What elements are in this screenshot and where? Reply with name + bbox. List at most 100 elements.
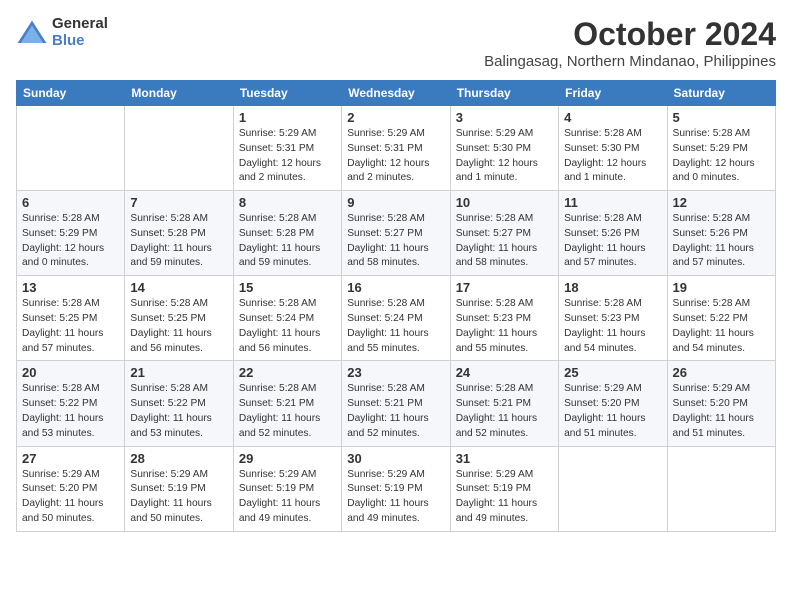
calendar-body: 1Sunrise: 5:29 AMSunset: 5:31 PMDaylight… xyxy=(17,106,776,532)
day-number: 26 xyxy=(673,365,770,380)
day-info: Sunrise: 5:28 AMSunset: 5:22 PMDaylight:… xyxy=(22,382,119,441)
day-info: Sunrise: 5:29 AMSunset: 5:19 PMDaylight:… xyxy=(130,468,227,527)
calendar-cell: 19Sunrise: 5:28 AMSunset: 5:22 PMDayligh… xyxy=(667,276,775,361)
location-title: Balingasag, Northern Mindanao, Philippin… xyxy=(484,53,776,70)
day-number: 25 xyxy=(564,365,661,380)
day-number: 28 xyxy=(130,451,227,466)
day-number: 5 xyxy=(673,110,770,125)
calendar-cell: 20 Sunrise: 5:28 AMSunset: 5:22 PMDayligh… xyxy=(17,361,125,446)
calendar-cell: 26 Sunrise: 5:29 AMSunset: 5:20 PMDayligh… xyxy=(667,361,775,446)
day-info: Sunrise: 5:28 AMSunset: 5:24 PMDaylight:… xyxy=(239,297,336,356)
calendar-cell: 11Sunrise: 5:28 AMSunset: 5:26 PMDayligh… xyxy=(559,191,667,276)
day-number: 15 xyxy=(239,280,336,295)
month-title: October 2024 xyxy=(484,16,776,53)
calendar-cell: 12 Sunrise: 5:28 AMSunset: 5:26 PMDayligh… xyxy=(667,191,775,276)
day-number: 2 xyxy=(347,110,444,125)
calendar-cell: 18Sunrise: 5:28 AMSunset: 5:23 PMDayligh… xyxy=(559,276,667,361)
calendar-cell: 27 Sunrise: 5:29 AMSunset: 5:20 PMDayligh… xyxy=(17,446,125,531)
day-info: Sunrise: 5:29 AMSunset: 5:19 PMDaylight:… xyxy=(239,468,336,527)
logo-text: General Blue xyxy=(52,16,108,49)
week-row-3: 20 Sunrise: 5:28 AMSunset: 5:22 PMDayligh… xyxy=(17,361,776,446)
header-monday: Monday xyxy=(125,81,233,106)
day-info: Sunrise: 5:28 AMSunset: 5:22 PMDaylight:… xyxy=(130,382,227,441)
calendar-cell: 8Sunrise: 5:28 AMSunset: 5:28 PMDaylight… xyxy=(233,191,341,276)
day-number: 30 xyxy=(347,451,444,466)
page-header: General Blue October 2024 Balingasag, No… xyxy=(16,16,776,70)
day-info: Sunrise: 5:28 AMSunset: 5:22 PMDaylight:… xyxy=(673,297,770,356)
day-number: 12 xyxy=(673,195,770,210)
calendar-cell: 1Sunrise: 5:29 AMSunset: 5:31 PMDaylight… xyxy=(233,106,341,191)
calendar-cell: 30Sunrise: 5:29 AMSunset: 5:19 PMDayligh… xyxy=(342,446,450,531)
calendar-cell: 5 Sunrise: 5:28 AMSunset: 5:29 PMDaylight… xyxy=(667,106,775,191)
title-area: October 2024 Balingasag, Northern Mindan… xyxy=(484,16,776,70)
calendar-cell: 28 Sunrise: 5:29 AMSunset: 5:19 PMDayligh… xyxy=(125,446,233,531)
calendar-table: SundayMondayTuesdayWednesdayThursdayFrid… xyxy=(16,80,776,532)
day-number: 22 xyxy=(239,365,336,380)
day-number: 7 xyxy=(130,195,227,210)
day-number: 3 xyxy=(456,110,553,125)
day-info: Sunrise: 5:28 AMSunset: 5:28 PMDaylight:… xyxy=(130,212,227,271)
calendar-cell: 6 Sunrise: 5:28 AMSunset: 5:29 PMDaylight… xyxy=(17,191,125,276)
calendar-cell: 23 Sunrise: 5:28 AMSunset: 5:21 PMDayligh… xyxy=(342,361,450,446)
calendar-cell: 10Sunrise: 5:28 AMSunset: 5:27 PMDayligh… xyxy=(450,191,558,276)
day-info: Sunrise: 5:28 AMSunset: 5:27 PMDaylight:… xyxy=(347,212,444,271)
day-info: Sunrise: 5:28 AMSunset: 5:21 PMDaylight:… xyxy=(239,382,336,441)
calendar-cell: 9Sunrise: 5:28 AMSunset: 5:27 PMDaylight… xyxy=(342,191,450,276)
week-row-4: 27 Sunrise: 5:29 AMSunset: 5:20 PMDayligh… xyxy=(17,446,776,531)
day-info: Sunrise: 5:28 AMSunset: 5:25 PMDaylight:… xyxy=(22,297,119,356)
week-row-0: 1Sunrise: 5:29 AMSunset: 5:31 PMDaylight… xyxy=(17,106,776,191)
day-info: Sunrise: 5:28 AMSunset: 5:29 PMDaylight:… xyxy=(22,212,119,271)
calendar-cell xyxy=(667,446,775,531)
day-info: Sunrise: 5:29 AMSunset: 5:20 PMDaylight:… xyxy=(673,382,770,441)
calendar-cell: 25Sunrise: 5:29 AMSunset: 5:20 PMDayligh… xyxy=(559,361,667,446)
calendar-cell: 24 Sunrise: 5:28 AMSunset: 5:21 PMDayligh… xyxy=(450,361,558,446)
day-number: 16 xyxy=(347,280,444,295)
day-number: 29 xyxy=(239,451,336,466)
calendar-cell: 3 Sunrise: 5:29 AMSunset: 5:30 PMDaylight… xyxy=(450,106,558,191)
header-wednesday: Wednesday xyxy=(342,81,450,106)
day-info: Sunrise: 5:28 AMSunset: 5:29 PMDaylight:… xyxy=(673,127,770,186)
day-number: 8 xyxy=(239,195,336,210)
day-number: 21 xyxy=(130,365,227,380)
day-number: 11 xyxy=(564,195,661,210)
day-info: Sunrise: 5:29 AMSunset: 5:31 PMDaylight:… xyxy=(347,127,444,186)
day-info: Sunrise: 5:29 AMSunset: 5:30 PMDaylight:… xyxy=(456,127,553,186)
week-row-2: 13 Sunrise: 5:28 AMSunset: 5:25 PMDayligh… xyxy=(17,276,776,361)
day-info: Sunrise: 5:28 AMSunset: 5:30 PMDaylight:… xyxy=(564,127,661,186)
calendar-cell: 17 Sunrise: 5:28 AMSunset: 5:23 PMDayligh… xyxy=(450,276,558,361)
day-number: 27 xyxy=(22,451,119,466)
calendar-cell: 4 Sunrise: 5:28 AMSunset: 5:30 PMDaylight… xyxy=(559,106,667,191)
logo-icon xyxy=(16,19,48,47)
day-number: 13 xyxy=(22,280,119,295)
calendar-cell: 31 Sunrise: 5:29 AMSunset: 5:19 PMDayligh… xyxy=(450,446,558,531)
calendar-header: SundayMondayTuesdayWednesdayThursdayFrid… xyxy=(17,81,776,106)
calendar-cell: 15 Sunrise: 5:28 AMSunset: 5:24 PMDayligh… xyxy=(233,276,341,361)
header-friday: Friday xyxy=(559,81,667,106)
day-number: 20 xyxy=(22,365,119,380)
header-tuesday: Tuesday xyxy=(233,81,341,106)
calendar-cell: 21 Sunrise: 5:28 AMSunset: 5:22 PMDayligh… xyxy=(125,361,233,446)
day-info: Sunrise: 5:28 AMSunset: 5:21 PMDaylight:… xyxy=(456,382,553,441)
header-row: SundayMondayTuesdayWednesdayThursdayFrid… xyxy=(17,81,776,106)
day-number: 6 xyxy=(22,195,119,210)
day-number: 23 xyxy=(347,365,444,380)
day-number: 14 xyxy=(130,280,227,295)
day-info: Sunrise: 5:28 AMSunset: 5:23 PMDaylight:… xyxy=(456,297,553,356)
logo-blue: Blue xyxy=(52,33,108,50)
day-number: 31 xyxy=(456,451,553,466)
calendar-cell: 16 Sunrise: 5:28 AMSunset: 5:24 PMDayligh… xyxy=(342,276,450,361)
calendar-cell xyxy=(125,106,233,191)
header-thursday: Thursday xyxy=(450,81,558,106)
day-number: 24 xyxy=(456,365,553,380)
calendar-cell: 13 Sunrise: 5:28 AMSunset: 5:25 PMDayligh… xyxy=(17,276,125,361)
day-number: 4 xyxy=(564,110,661,125)
day-info: Sunrise: 5:28 AMSunset: 5:21 PMDaylight:… xyxy=(347,382,444,441)
calendar-cell: 14Sunrise: 5:28 AMSunset: 5:25 PMDayligh… xyxy=(125,276,233,361)
logo: General Blue xyxy=(16,16,108,49)
day-info: Sunrise: 5:28 AMSunset: 5:24 PMDaylight:… xyxy=(347,297,444,356)
day-info: Sunrise: 5:29 AMSunset: 5:19 PMDaylight:… xyxy=(456,468,553,527)
day-info: Sunrise: 5:29 AMSunset: 5:20 PMDaylight:… xyxy=(22,468,119,527)
day-info: Sunrise: 5:28 AMSunset: 5:23 PMDaylight:… xyxy=(564,297,661,356)
day-number: 17 xyxy=(456,280,553,295)
day-info: Sunrise: 5:28 AMSunset: 5:26 PMDaylight:… xyxy=(673,212,770,271)
